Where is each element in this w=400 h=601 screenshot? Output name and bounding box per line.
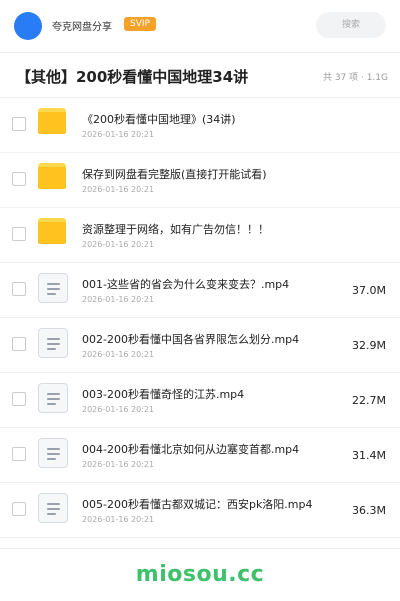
select-checkbox[interactable] [12,172,26,186]
app-title: 夸克网盘分享 [52,22,112,33]
item-size: 22.7M [352,394,386,407]
item-name[interactable]: 003-200秒看懂奇怪的江苏.mp4 [82,386,244,402]
item-date: 2026-01-16 20:21 [82,515,155,524]
folder-row[interactable]: 《200秒看懂中国地理》(34讲) 2026-01-16 20:21 [0,98,400,153]
top-bar: 夸克网盘分享 SVIP 搜索 [0,0,400,53]
watermark: miosou.cc [135,562,265,587]
item-name[interactable]: 《200秒看懂中国地理》(34讲) [82,111,236,127]
select-checkbox[interactable] [12,502,26,516]
folder-icon [38,108,70,140]
item-name[interactable]: 002-200秒看懂中国各省界限怎么划分.mp4 [82,331,299,347]
file-row[interactable]: 004-200秒看懂北京如何从边塞变首都.mp4 2026-01-16 20:21… [0,428,400,483]
item-name[interactable]: 资源整理于网络，如有广告勿信！！！ [82,221,269,237]
item-size: 37.0M [352,284,386,297]
file-list: 《200秒看懂中国地理》(34讲) 2026-01-16 20:21 保存到网盘看完… [0,98,400,538]
folder-icon [38,163,70,195]
item-date: 2026-01-16 20:21 [82,185,155,194]
file-icon [38,383,68,413]
folder-header: 【其他】200秒看懂中国地理34讲 共 37 项 · 1.1G [0,53,400,98]
select-checkbox[interactable] [12,282,26,296]
file-row[interactable]: 002-200秒看懂中国各省界限怎么划分.mp4 2026-01-16 20:21… [0,318,400,373]
select-checkbox[interactable] [12,392,26,406]
item-date: 2026-01-16 20:21 [82,460,155,469]
item-name[interactable]: 保存到网盘看完整版(直接打开能试看) [82,166,267,182]
file-row[interactable]: 003-200秒看懂奇怪的江苏.mp4 2026-01-16 20:21 22.7M [0,373,400,428]
item-count: 共 37 项 · 1.1G [322,73,388,83]
item-size: 32.9M [352,339,386,352]
item-date: 2026-01-16 20:21 [82,130,155,139]
item-date: 2026-01-16 20:21 [82,350,155,359]
select-checkbox[interactable] [12,227,26,241]
select-checkbox[interactable] [12,447,26,461]
file-icon [38,328,68,358]
svip-badge: SVIP [124,17,156,31]
select-checkbox[interactable] [12,117,26,131]
folder-row[interactable]: 保存到网盘看完整版(直接打开能试看) 2026-01-16 20:21 [0,153,400,208]
select-checkbox[interactable] [12,337,26,351]
folder-icon [38,218,70,250]
folder-row[interactable]: 资源整理于网络，如有广告勿信！！！ 2026-01-16 20:21 [0,208,400,263]
item-date: 2026-01-16 20:21 [82,405,155,414]
file-row[interactable]: 005-200秒看懂古都双城记：西安pk洛阳.mp4 2026-01-16 20:… [0,483,400,538]
item-size: 31.4M [352,449,386,462]
item-date: 2026-01-16 20:21 [82,295,155,304]
file-icon [38,493,68,523]
file-row[interactable]: 001-这些省的省会为什么变来变去？.mp4 2026-01-16 20:21 37… [0,263,400,318]
file-icon [38,273,68,303]
item-name[interactable]: 005-200秒看懂古都双城记：西安pk洛阳.mp4 [82,496,313,512]
item-size: 36.3M [352,504,386,517]
item-name[interactable]: 004-200秒看懂北京如何从边塞变首都.mp4 [82,441,299,457]
item-name[interactable]: 001-这些省的省会为什么变来变去？.mp4 [82,276,289,292]
search-input[interactable]: 搜索 [316,12,386,38]
page-title: 【其他】200秒看懂中国地理34讲 [16,68,249,86]
file-icon [38,438,68,468]
avatar[interactable] [14,12,42,40]
item-date: 2026-01-16 20:21 [82,240,155,249]
